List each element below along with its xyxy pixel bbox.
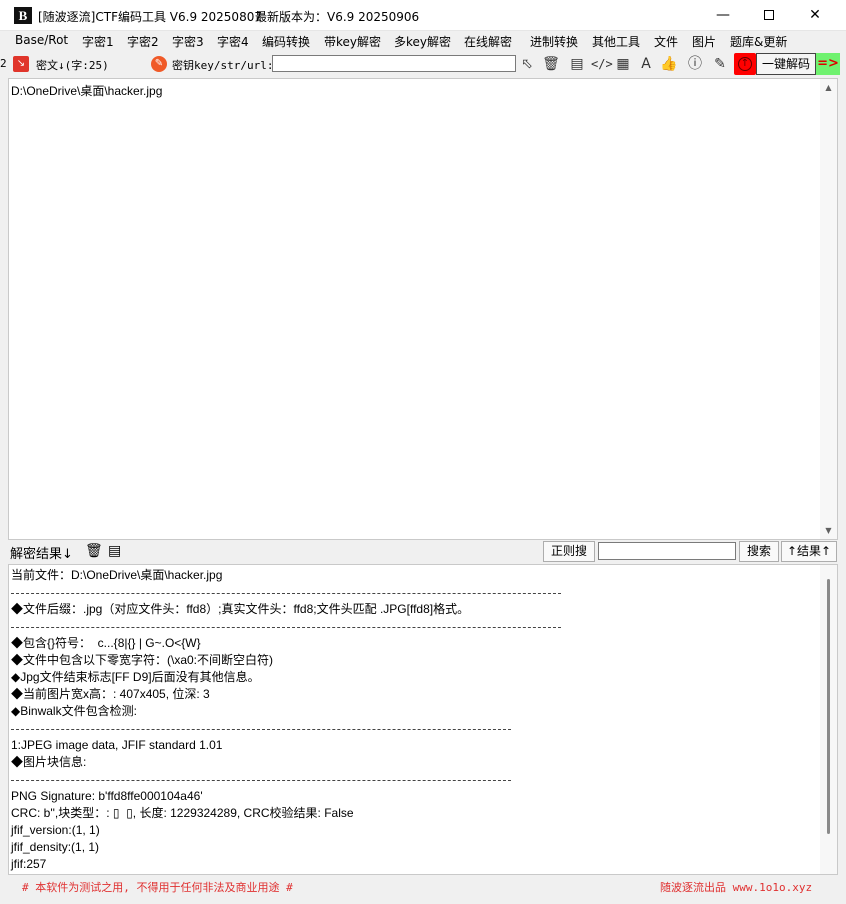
pdf-icon[interactable]: ↘ xyxy=(13,56,29,72)
separator-line xyxy=(11,584,562,601)
menu-radix-convert[interactable]: 进制转换 xyxy=(530,33,578,50)
result-line: 1:JPEG image data, JFIF standard 1.01 xyxy=(11,738,223,752)
minimize-button[interactable]: — xyxy=(700,0,746,31)
result-to-input-button[interactable]: ↑结果↑ xyxy=(781,541,837,562)
scroll-thumb[interactable] xyxy=(827,579,830,834)
maximize-button[interactable] xyxy=(746,0,792,31)
menu-file[interactable]: 文件 xyxy=(654,33,678,50)
title-bar: B [随波逐流]CTF编码工具 V6.9 20250807 最新版本为：V6.9… xyxy=(0,0,846,31)
result-label: 解密结果↓ xyxy=(10,547,73,562)
search-input[interactable] xyxy=(598,542,736,560)
upload-button[interactable]: ↑ xyxy=(734,53,756,75)
regex-search-button[interactable]: 正则搜 xyxy=(543,541,595,562)
result-line: jfif_version:(1, 1) xyxy=(11,823,100,837)
result-line: ◆图片块信息: xyxy=(11,755,87,769)
cursor-select-icon[interactable]: ⬁ xyxy=(518,55,536,73)
one-click-decode-button[interactable]: 一键解码 xyxy=(756,53,816,75)
result-toolbar: 解密结果↓ 🗑 ▤ 正则搜 搜索 ↑结果↑ xyxy=(0,540,846,564)
edit-icon[interactable]: ✎ xyxy=(711,55,729,73)
result-line: jfif_density:(1, 1) xyxy=(11,840,100,854)
trash-icon[interactable]: 🗑 xyxy=(542,55,560,73)
menu-ziemi-3[interactable]: 字密3 xyxy=(172,33,204,50)
menu-online-decrypt[interactable]: 在线解密 xyxy=(464,33,512,50)
separator-line xyxy=(11,720,512,737)
menu-ziemi-4[interactable]: 字密4 xyxy=(217,33,249,50)
result-line: ◆文件后缀：.jpg（对应文件头：ffd8）;真实文件头：ffd8;文件头匹配 … xyxy=(11,602,470,616)
latest-version-text: 最新版本为：V6.9 20250906 xyxy=(255,10,420,24)
key-input[interactable] xyxy=(272,55,516,72)
result-line: jfif:257 xyxy=(11,857,47,871)
scroll-down-icon[interactable]: ▼ xyxy=(820,522,837,539)
menu-key-decrypt[interactable]: 带key解密 xyxy=(324,33,381,50)
cipher-label: 密文↓(字:25) xyxy=(36,59,109,72)
calculator-icon[interactable]: ▦ xyxy=(614,55,632,73)
result-line: ◆Binwalk文件包含检测: xyxy=(11,704,137,718)
result-line: CRC: b'',块类型：: ▯ ▯, 长度: 1229324289, CRC校… xyxy=(11,806,354,820)
menu-image[interactable]: 图片 xyxy=(692,33,716,50)
credit-text: 随波逐流出品 www.1o1o.xyz xyxy=(660,881,813,894)
menu-bar: Base/Rot 字密1 字密2 字密3 字密4 编码转换 带key解密 多ke… xyxy=(0,31,846,51)
maximize-icon xyxy=(764,10,774,20)
close-button[interactable]: ✕ xyxy=(792,0,838,31)
result-line: 当前文件：D:\OneDrive\桌面\hacker.jpg xyxy=(11,568,223,582)
result-textarea[interactable]: 当前文件：D:\OneDrive\桌面\hacker.jpg ◆文件后缀：.jpg… xyxy=(8,564,838,875)
disclaimer-text: # 本软件为测试之用, 不得用于任何非法及商业用途 # xyxy=(22,881,293,894)
cipher-scrollbar[interactable]: ▲ ▼ xyxy=(820,79,837,539)
up-arrow-icon: ↑ xyxy=(738,57,752,71)
separator-line xyxy=(11,771,512,788)
menu-ziemi-1[interactable]: 字密1 xyxy=(82,33,114,50)
result-line: ◆包含{}符号： c...{8|{} | G~.O<{W} xyxy=(11,636,201,650)
result-line: PNG Signature: b'ffd8ffe000104a46' xyxy=(11,789,203,803)
result-line: ◆当前图片宽x高：: 407x405, 位深: 3 xyxy=(11,687,210,701)
status-bar: # 本软件为测试之用, 不得用于任何非法及商业用途 # 随波逐流出品 www.1… xyxy=(0,875,846,904)
code-icon[interactable]: </> xyxy=(591,55,613,73)
scroll-up-icon[interactable]: ▲ xyxy=(820,79,837,96)
key-label: 密钥key/str/url: xyxy=(172,59,274,72)
send-arrow-button[interactable]: => xyxy=(816,53,840,75)
trash-icon[interactable]: 🗑 xyxy=(85,543,103,559)
result-line: ◆文件中包含以下零宽字符：(\xa0:不间断空白符) xyxy=(11,653,274,667)
menu-ziemi-2[interactable]: 字密2 xyxy=(127,33,159,50)
menu-base-rot[interactable]: Base/Rot xyxy=(15,33,68,47)
window-title: [随波逐流]CTF编码工具 V6.9 20250807 xyxy=(38,10,262,24)
result-lines: 当前文件：D:\OneDrive\桌面\hacker.jpg ◆文件后缀：.jpg… xyxy=(11,567,562,873)
menu-question-bank-update[interactable]: 题库&更新 xyxy=(730,33,787,50)
terminal-icon[interactable]: ▤ xyxy=(568,55,586,73)
help-icon[interactable]: ⓘ xyxy=(686,55,704,73)
separator-line xyxy=(11,618,562,635)
menu-encoding-convert[interactable]: 编码转换 xyxy=(262,33,310,50)
toolbar: 2 ↘ 密文↓(字:25) ✎ 密钥key/str/url: ⬁ 🗑 ▤ </>… xyxy=(0,51,846,77)
result-scrollbar[interactable] xyxy=(820,565,837,874)
cipher-textarea[interactable]: D:\OneDrive\桌面\hacker.jpg ▲ ▼ xyxy=(8,78,838,540)
menu-other-tools[interactable]: 其他工具 xyxy=(592,33,640,50)
copy-icon[interactable]: ▤ xyxy=(108,543,121,559)
app-logo-icon: B xyxy=(14,7,32,24)
search-button[interactable]: 搜索 xyxy=(739,541,779,562)
thumbs-up-icon[interactable]: 👍 xyxy=(660,55,678,73)
pen-icon[interactable]: ✎ xyxy=(151,56,167,72)
font-icon[interactable]: A xyxy=(637,55,655,73)
result-line: ◆Jpg文件结束标志[FF D9]后面没有其他信息。 xyxy=(11,670,260,684)
cipher-text: D:\OneDrive\桌面\hacker.jpg xyxy=(11,84,163,98)
truncated-label: 2 xyxy=(0,57,7,70)
menu-multi-key-decrypt[interactable]: 多key解密 xyxy=(394,33,451,50)
